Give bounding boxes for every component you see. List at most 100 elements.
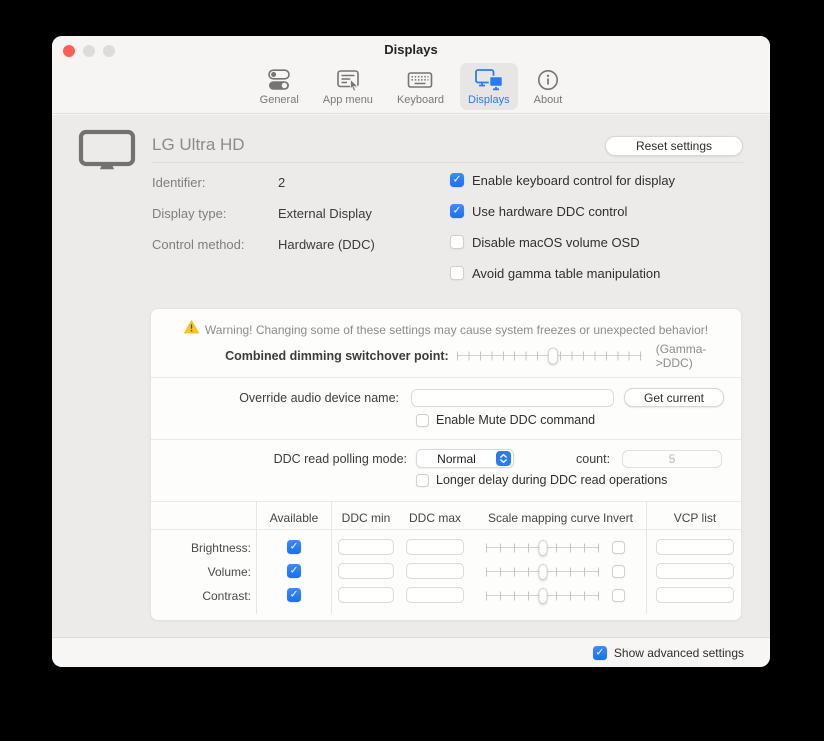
display-name: LG Ultra HD (152, 135, 245, 155)
footer-bar: Show advanced settings (52, 637, 770, 667)
scale-mapping-slider[interactable] (486, 587, 599, 604)
count-label: count: (576, 452, 610, 466)
option-hardware-ddc[interactable]: Use hardware DDC control (450, 204, 675, 218)
info-value: Hardware (DDC) (278, 237, 375, 251)
dimming-row: Combined dimming switchover point: (Gamm… (151, 347, 741, 364)
info-icon (536, 67, 560, 93)
invert-checkbox-unchecked[interactable] (612, 541, 625, 554)
info-label: Display type: (152, 206, 278, 220)
audio-label: Override audio device name: (151, 391, 399, 405)
info-row-display-type: Display type: External Display (152, 206, 375, 220)
table-row-volume: Volume: (151, 563, 741, 580)
show-advanced-label: Show advanced settings (614, 646, 744, 660)
table-row-contrast: Contrast: (151, 587, 741, 604)
show-advanced-checkbox-row[interactable]: Show advanced settings (593, 646, 744, 660)
table-header: Available DDC min DDC max Scale mapping … (151, 507, 741, 529)
get-current-button[interactable]: Get current (624, 388, 724, 407)
info-label: Control method: (152, 237, 278, 251)
invert-checkbox-unchecked[interactable] (612, 589, 625, 602)
mute-checkbox-row[interactable]: Enable Mute DDC command (416, 413, 595, 427)
delay-checkbox-row[interactable]: Longer delay during DDC read operations (416, 473, 667, 487)
available-checkbox-checked[interactable] (287, 564, 301, 578)
option-avoid-gamma[interactable]: Avoid gamma table manipulation (450, 266, 675, 280)
ddc-max-input[interactable] (406, 539, 464, 555)
monitor-icon (78, 129, 136, 178)
slider-thumb[interactable] (538, 564, 547, 580)
info-row-identifier: Identifier: 2 (152, 175, 375, 189)
checkbox-checked[interactable] (450, 204, 464, 218)
col-header: DDC min (342, 511, 391, 525)
info-value: 2 (278, 175, 285, 189)
vcp-list-input[interactable] (656, 563, 734, 579)
tab-label: App menu (323, 94, 373, 106)
tab-displays[interactable]: Displays (460, 63, 518, 110)
header-divider (152, 162, 743, 163)
displays-preferences-window: Displays General App menu Keyboard (52, 36, 770, 667)
display-info: Identifier: 2 Display type: External Dis… (152, 175, 375, 268)
option-label: Use hardware DDC control (472, 204, 627, 219)
tab-keyboard[interactable]: Keyboard (389, 63, 452, 110)
checkbox-unchecked[interactable] (450, 235, 464, 249)
option-disable-osd[interactable]: Disable macOS volume OSD (450, 235, 675, 249)
tab-general[interactable]: General (252, 63, 307, 110)
dimming-label: Combined dimming switchover point: (151, 349, 449, 363)
panel-divider (151, 439, 741, 440)
ddc-min-input[interactable] (338, 587, 394, 603)
vcp-list-input[interactable] (656, 587, 734, 603)
count-input (622, 450, 722, 468)
checkbox-unchecked[interactable] (450, 266, 464, 280)
available-checkbox-checked[interactable] (287, 540, 301, 554)
content-area: LG Ultra HD Reset settings Identifier: 2… (52, 115, 770, 637)
reset-settings-button[interactable]: Reset settings (605, 136, 743, 156)
polling-label: DDC read polling mode: (151, 452, 407, 466)
polling-row: DDC read polling mode: Normal count: (151, 449, 741, 468)
toggles-icon (266, 67, 292, 93)
ddc-min-input[interactable] (338, 563, 394, 579)
ddc-min-input[interactable] (338, 539, 394, 555)
dimming-slider[interactable] (457, 347, 642, 364)
option-keyboard-control[interactable]: Enable keyboard control for display (450, 173, 675, 187)
delay-label: Longer delay during DDC read operations (436, 473, 667, 487)
tab-app-menu[interactable]: App menu (315, 63, 381, 110)
ddc-max-input[interactable] (406, 563, 464, 579)
scale-mapping-slider[interactable] (486, 539, 599, 556)
displays-icon (474, 67, 504, 93)
row-label: Contrast: (151, 589, 251, 603)
checkbox-checked[interactable] (593, 646, 607, 660)
info-value: External Display (278, 206, 372, 220)
scale-mapping-slider[interactable] (486, 563, 599, 580)
slider-thumb[interactable] (538, 588, 547, 604)
ddc-max-input[interactable] (406, 587, 464, 603)
panel-divider (151, 501, 741, 502)
vcp-list-input[interactable] (656, 539, 734, 555)
col-header: Scale mapping curve (488, 511, 600, 525)
advanced-settings-panel: Warning! Changing some of these settings… (150, 308, 742, 621)
option-label: Disable macOS volume OSD (472, 235, 640, 250)
polling-mode-dropdown[interactable]: Normal (416, 449, 514, 468)
row-label: Brightness: (151, 541, 251, 555)
available-checkbox-checked[interactable] (287, 588, 301, 602)
option-label: Avoid gamma table manipulation (472, 266, 660, 281)
info-label: Identifier: (152, 175, 278, 189)
warning-icon (184, 320, 199, 339)
warning-row: Warning! Changing some of these settings… (151, 320, 741, 339)
option-label: Enable keyboard control for display (472, 173, 675, 188)
panel-divider (151, 377, 741, 378)
dimming-suffix: (Gamma->DDC) (656, 342, 741, 370)
slider-thumb[interactable] (538, 540, 547, 556)
titlebar: Displays General App menu Keyboard (52, 36, 770, 114)
invert-checkbox-unchecked[interactable] (612, 565, 625, 578)
col-header: Available (270, 511, 318, 525)
audio-row: Override audio device name: Get current (151, 388, 741, 407)
table-header-divider (151, 529, 741, 530)
tab-label: General (260, 94, 299, 106)
col-header: DDC max (409, 511, 461, 525)
checkbox-checked[interactable] (450, 173, 464, 187)
checkbox-unchecked[interactable] (416, 474, 429, 487)
menu-cursor-icon (335, 67, 361, 93)
audio-device-input[interactable] (411, 389, 614, 407)
slider-thumb[interactable] (548, 347, 558, 364)
dropdown-value: Normal (417, 452, 496, 466)
tab-about[interactable]: About (526, 63, 571, 110)
checkbox-unchecked[interactable] (416, 414, 429, 427)
